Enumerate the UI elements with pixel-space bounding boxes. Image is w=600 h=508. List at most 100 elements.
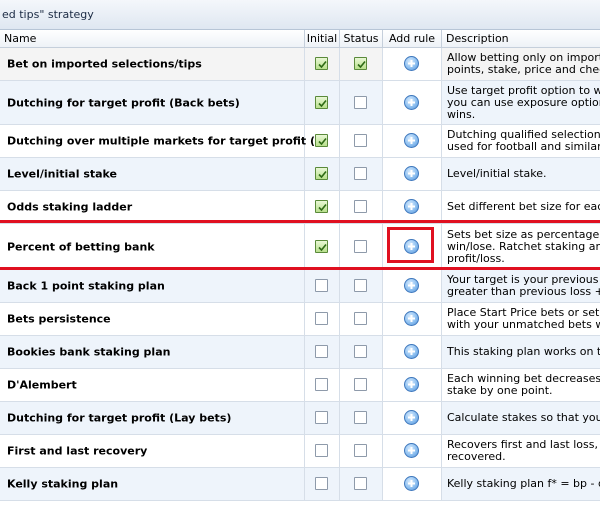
initial-checkbox[interactable]	[315, 134, 328, 147]
status-checkbox[interactable]	[354, 95, 367, 109]
rule-name-cell[interactable]: Bets persistence	[0, 303, 305, 335]
column-header-status[interactable]: Status	[340, 30, 383, 47]
status-checkbox[interactable]	[354, 134, 367, 147]
add-rule-button[interactable]	[404, 311, 419, 326]
column-header-add-rule[interactable]: Add rule	[383, 30, 442, 47]
plus-icon	[408, 170, 415, 177]
status-checkbox[interactable]	[354, 57, 367, 70]
status-cell	[340, 191, 383, 223]
status-checkbox[interactable]	[354, 345, 367, 358]
table-row[interactable]: D'Alembert Each winning bet decreases sta…	[0, 369, 600, 402]
status-checkbox[interactable]	[354, 411, 367, 424]
description-cell: Level/initial stake.	[442, 158, 600, 190]
table-row[interactable]: Level/initial stake Level/initial stake.	[0, 158, 600, 191]
rule-name: Dutching for target profit (Back bets)	[7, 96, 240, 109]
initial-checkbox[interactable]	[315, 411, 328, 424]
column-header-name[interactable]: Name	[0, 30, 305, 47]
plus-icon	[408, 203, 415, 210]
table-row[interactable]: Bets persistence Place Start Price bets o…	[0, 303, 600, 336]
description-cell: Place Start Price bets or set bet with y…	[442, 303, 600, 335]
add-rule-button[interactable]	[404, 133, 419, 148]
rule-name-cell[interactable]: First and last recovery	[0, 435, 305, 467]
table-row[interactable]: Dutching for target profit (Back bets) Us…	[0, 81, 600, 125]
status-checkbox[interactable]	[354, 167, 367, 180]
initial-cell	[305, 336, 340, 368]
rule-name-cell[interactable]: Back 1 point staking plan	[0, 270, 305, 302]
table-row[interactable]: Dutching for target profit (Lay bets) Cal…	[0, 402, 600, 435]
table-row[interactable]: Bet on imported selections/tips Allow bet…	[0, 48, 600, 81]
status-cell	[340, 468, 383, 500]
rule-name: Level/initial stake	[7, 167, 118, 181]
initial-checkbox[interactable]	[315, 57, 328, 70]
status-checkbox[interactable]	[354, 239, 367, 253]
rule-description: Kelly staking plan f* = bp - q / b	[447, 478, 600, 490]
table-row[interactable]: Percent of betting bank Sets bet size as …	[0, 224, 600, 270]
table-row[interactable]: Back 1 point staking plan Your target is …	[0, 270, 600, 303]
add-rule-button[interactable]	[404, 278, 419, 293]
add-rule-button[interactable]	[404, 476, 419, 491]
add-rule-button[interactable]	[404, 199, 419, 214]
initial-checkbox[interactable]	[315, 477, 328, 490]
status-checkbox[interactable]	[354, 312, 367, 325]
description-cell: Each winning bet decreases stak stake by…	[442, 369, 600, 401]
status-checkbox[interactable]	[354, 200, 367, 213]
status-checkbox[interactable]	[354, 378, 367, 391]
checkmark-icon	[318, 137, 327, 146]
rule-description: Calculate stakes so that you win	[447, 412, 600, 424]
status-cell	[340, 81, 383, 124]
rule-name-cell[interactable]: Bet on imported selections/tips	[0, 48, 305, 80]
initial-checkbox[interactable]	[315, 378, 328, 391]
initial-checkbox[interactable]	[315, 444, 328, 457]
status-cell	[340, 303, 383, 335]
column-header-description[interactable]: Description	[442, 30, 600, 47]
rule-name: Bets persistence	[7, 312, 111, 326]
rule-description: Level/initial stake.	[447, 168, 547, 180]
add-rule-button[interactable]	[404, 94, 419, 110]
checkmark-icon	[357, 60, 366, 69]
add-rule-button[interactable]	[404, 166, 419, 181]
plus-icon	[408, 381, 415, 388]
rule-name: Kelly staking plan	[7, 477, 119, 491]
rule-name-cell[interactable]: D'Alembert	[0, 369, 305, 401]
status-cell	[340, 48, 383, 80]
rule-name-cell[interactable]: Dutching for target profit (Back bets)	[0, 81, 305, 124]
table-row[interactable]: First and last recovery Recovers first an…	[0, 435, 600, 468]
add-rule-cell	[383, 303, 442, 335]
rule-name: Dutching over multiple markets for targe…	[7, 134, 328, 148]
rule-name-cell[interactable]: Bookies bank staking plan	[0, 336, 305, 368]
rule-name-cell[interactable]: Kelly staking plan	[0, 468, 305, 500]
rule-name: D'Alembert	[7, 378, 77, 392]
status-checkbox[interactable]	[354, 279, 367, 292]
initial-checkbox[interactable]	[315, 95, 328, 109]
plus-icon	[408, 447, 415, 454]
initial-checkbox[interactable]	[315, 239, 328, 253]
initial-checkbox[interactable]	[315, 345, 328, 358]
table-row[interactable]: Bookies bank staking plan This staking pl…	[0, 336, 600, 369]
add-rule-button[interactable]	[404, 443, 419, 458]
status-checkbox[interactable]	[354, 444, 367, 457]
add-rule-button[interactable]	[404, 410, 419, 425]
status-checkbox[interactable]	[354, 477, 367, 490]
initial-cell	[305, 125, 340, 157]
rule-name-cell[interactable]: Odds staking ladder	[0, 191, 305, 223]
add-rule-button[interactable]	[404, 377, 419, 392]
initial-cell	[305, 270, 340, 302]
initial-checkbox[interactable]	[315, 312, 328, 325]
rule-name-cell[interactable]: Dutching for target profit (Lay bets)	[0, 402, 305, 434]
rule-description: Your target is your previous los greater…	[447, 274, 600, 298]
initial-checkbox[interactable]	[315, 200, 328, 213]
rule-name-cell[interactable]: Percent of betting bank	[0, 224, 305, 269]
column-header-initial[interactable]: Initial	[305, 30, 340, 47]
rule-description: Sets bet size as percentage of b win/los…	[447, 228, 600, 265]
add-rule-button[interactable]	[404, 344, 419, 359]
plus-icon	[408, 480, 415, 487]
add-rule-cell	[383, 402, 442, 434]
highlight-line-top	[0, 220, 600, 223]
table-row[interactable]: Dutching over multiple markets for targe…	[0, 125, 600, 158]
rule-name-cell[interactable]: Level/initial stake	[0, 158, 305, 190]
table-row[interactable]: Kelly staking plan Kelly staking plan f* …	[0, 468, 600, 501]
rule-name-cell[interactable]: Dutching over multiple markets for targe…	[0, 125, 328, 157]
initial-checkbox[interactable]	[315, 279, 328, 292]
initial-checkbox[interactable]	[315, 167, 328, 180]
add-rule-button[interactable]	[404, 56, 419, 71]
